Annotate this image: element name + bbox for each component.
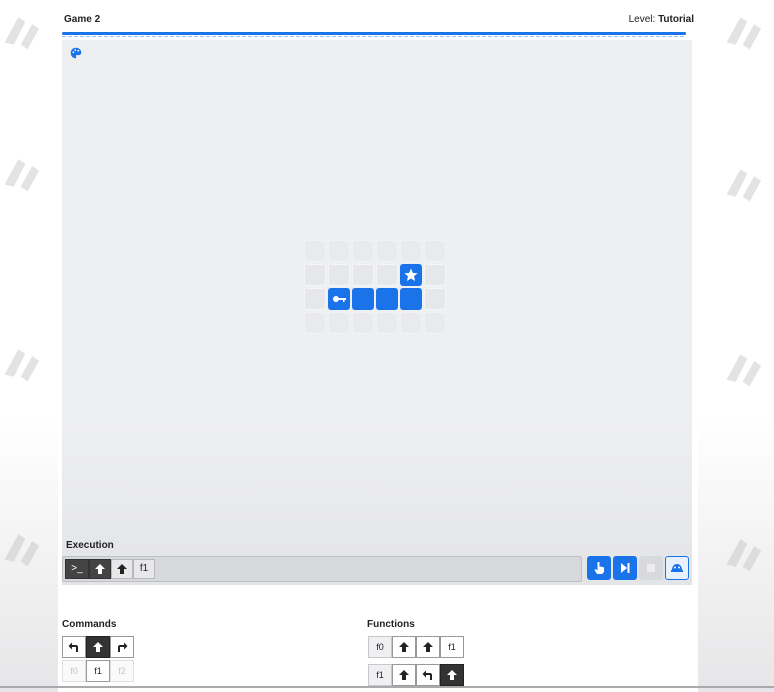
progress-bar: [62, 32, 686, 35]
function-f0-label: f0: [368, 636, 392, 658]
grid-cell: [424, 264, 446, 286]
forward-command[interactable]: [86, 636, 110, 658]
arrow-up-icon: [399, 670, 409, 680]
grid-cell: [424, 288, 446, 310]
game-panel: Game 2 Level: Tutorial Execution >_ f1 C…: [58, 0, 698, 692]
arrow-up-icon: [399, 642, 409, 652]
stop-icon: [647, 564, 655, 572]
arrow-up-icon: [423, 642, 433, 652]
function-f0-slot[interactable]: [392, 636, 416, 658]
function-f1-slot[interactable]: [392, 664, 416, 686]
function-f1-slot[interactable]: [440, 664, 464, 686]
turn-right-command[interactable]: [110, 636, 134, 658]
watermark-logo-icon: [722, 345, 768, 391]
watermark-logo-icon: [722, 160, 768, 206]
helmet-icon: [671, 564, 683, 572]
f0-command[interactable]: f0: [62, 660, 86, 682]
grid-cell: [352, 264, 374, 286]
game-board: [62, 40, 692, 585]
execution-label: Execution: [66, 540, 114, 551]
robot-tile: [328, 288, 350, 310]
grid-cell: [328, 264, 350, 286]
grid-cell: [376, 240, 398, 262]
watermark-logo-icon: [0, 8, 46, 54]
progress-track: [62, 36, 686, 37]
terminal-slot[interactable]: >_: [65, 559, 89, 579]
function-f0-slot[interactable]: f1: [440, 636, 464, 658]
palette-icon[interactable]: [70, 46, 82, 59]
turn-left-command[interactable]: [62, 636, 86, 658]
grid-cell: [424, 240, 446, 262]
step-forward-icon: [621, 563, 630, 573]
path-tile: [376, 288, 398, 310]
level-indicator: Level: Tutorial: [629, 14, 694, 25]
f1-command[interactable]: f1: [86, 660, 110, 682]
arrow-up-icon: [95, 564, 105, 574]
run-button[interactable]: [587, 556, 611, 580]
grid-cell: [328, 240, 350, 262]
game-title: Game 2: [64, 14, 101, 25]
terminal-icon: >_: [71, 563, 83, 574]
commands-label: Commands: [62, 619, 117, 630]
stop-button[interactable]: [639, 556, 663, 580]
grid-cell: [328, 312, 350, 334]
grid-cell: [304, 264, 326, 286]
function-f0-slot[interactable]: [416, 636, 440, 658]
arrow-up-icon: [117, 564, 127, 574]
f2-command[interactable]: f2: [110, 660, 134, 682]
video-scrub-line: [0, 686, 774, 688]
path-tile: [352, 288, 374, 310]
grid-cell: [424, 312, 446, 334]
level-label: Level:: [628, 14, 656, 25]
grid-cell: [304, 288, 326, 310]
watermark-logo-icon: [0, 525, 46, 571]
goal-tile: [400, 264, 422, 286]
execution-bar[interactable]: >_ f1: [62, 556, 582, 582]
arrow-up-icon: [93, 642, 103, 652]
watermark-logo-icon: [722, 8, 768, 54]
execution-slot[interactable]: f1: [133, 559, 155, 579]
grid-cell: [304, 312, 326, 334]
grid-cell: [304, 240, 326, 262]
level-grid: [304, 240, 454, 340]
grid-cell: [376, 264, 398, 286]
turn-left-icon: [422, 670, 432, 680]
game-header: Game 2 Level: Tutorial: [62, 14, 694, 30]
turn-left-icon: [68, 642, 78, 652]
star-icon: [404, 268, 418, 281]
function-f1-slot[interactable]: [416, 664, 440, 686]
watermark-logo-icon: [0, 150, 46, 196]
arrow-up-icon: [447, 670, 457, 680]
turn-right-icon: [118, 642, 128, 652]
grid-cell: [400, 240, 422, 262]
grid-cell: [352, 240, 374, 262]
execution-slot[interactable]: [89, 559, 111, 579]
grid-cell: [352, 312, 374, 334]
grid-cell: [400, 312, 422, 334]
path-tile: [400, 288, 422, 310]
function-f1-label: f1: [368, 664, 392, 686]
level-value: Tutorial: [658, 14, 694, 25]
watermark-logo-icon: [0, 340, 46, 386]
grid-cell: [376, 312, 398, 334]
robot-icon: [333, 296, 346, 302]
watermark-logo-icon: [722, 530, 768, 576]
helmet-button[interactable]: [665, 556, 689, 580]
functions-label: Functions: [367, 619, 415, 630]
step-button[interactable]: [613, 556, 637, 580]
execution-slot[interactable]: [111, 559, 133, 579]
pointer-hand-icon: [594, 562, 604, 574]
